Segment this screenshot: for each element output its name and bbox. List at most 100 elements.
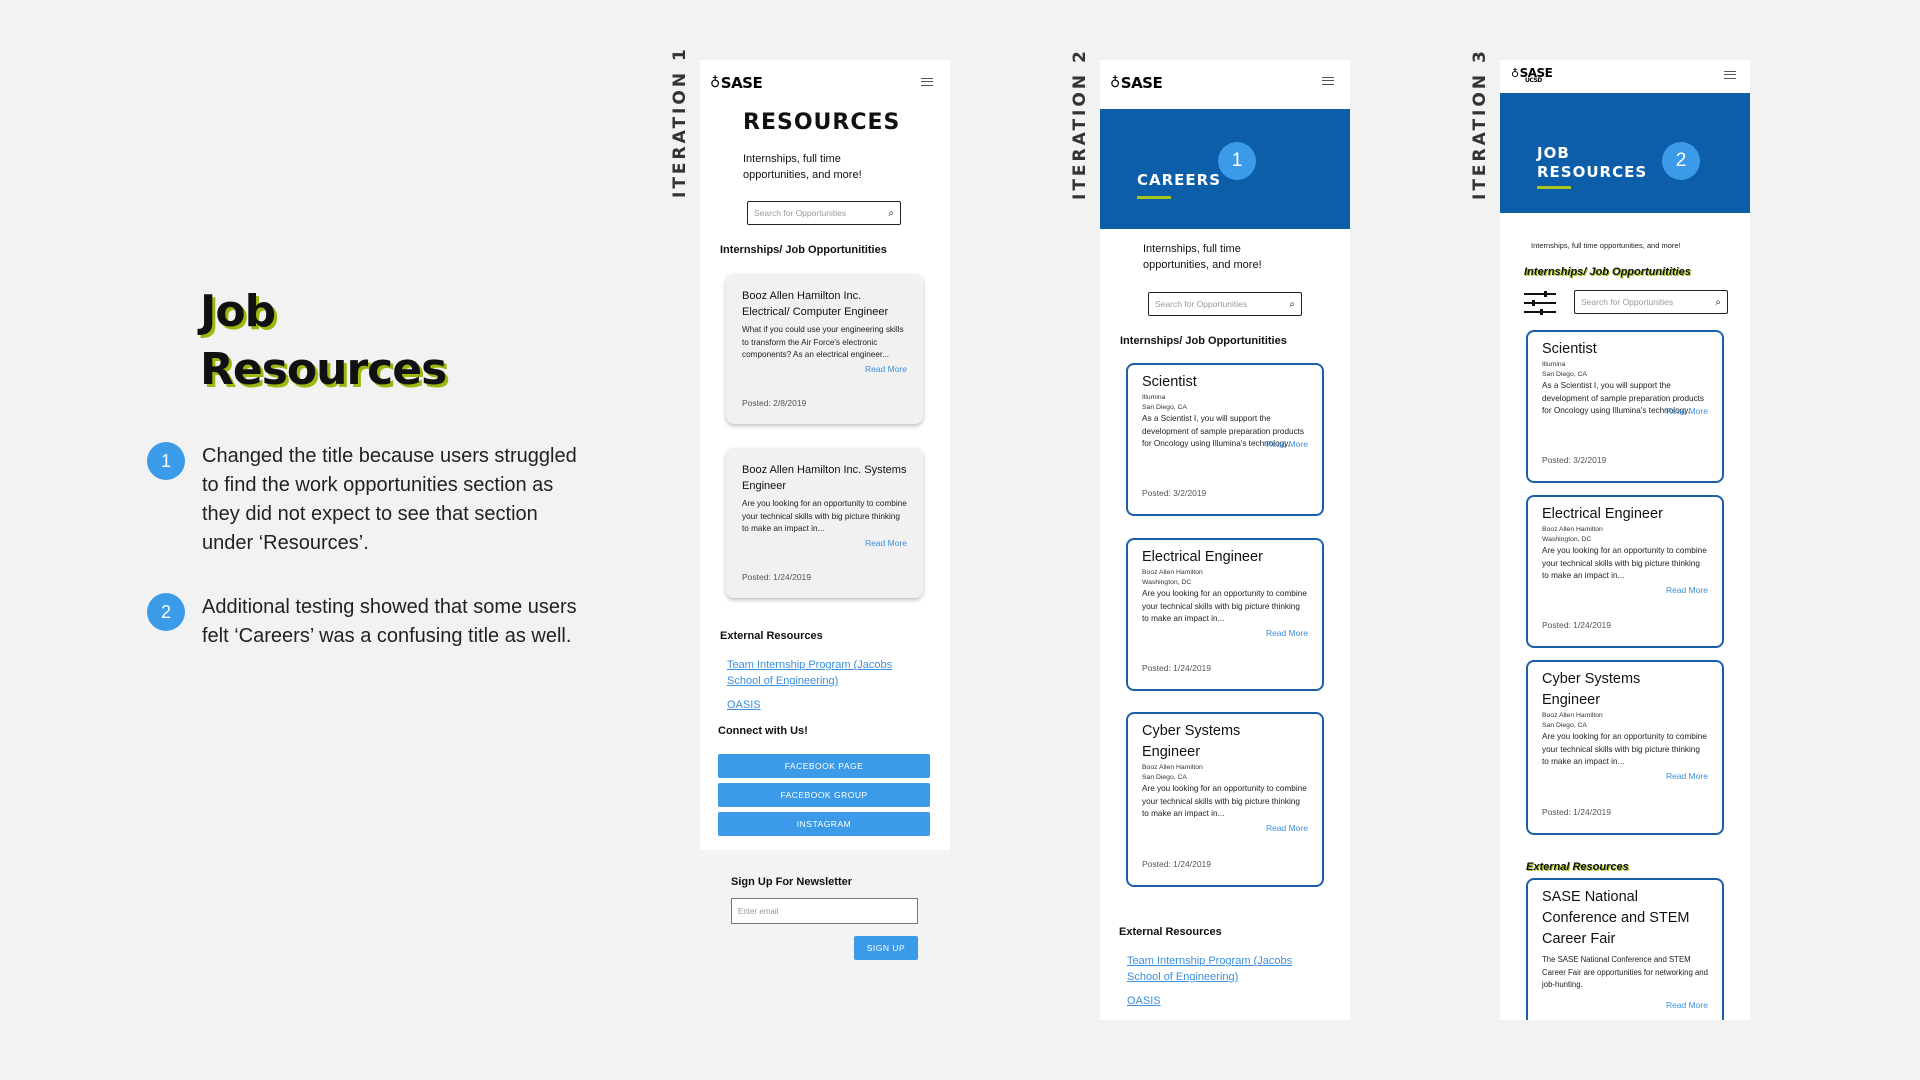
job-card-location: Washington, DC <box>1142 579 1192 586</box>
job-card-title: Electrical Engineer <box>1542 506 1663 522</box>
sase-mark-icon: ♁ <box>710 75 720 91</box>
job-card-title: Scientist <box>1142 374 1197 390</box>
job-card-company: Illumina <box>1542 361 1566 368</box>
section-title: Internships/ Job Opportunitities <box>720 244 887 256</box>
note-1: 1 Changed the title because users strugg… <box>147 442 587 562</box>
hamburger-menu-icon[interactable] <box>1724 71 1736 79</box>
job-card-title: Booz Allen Hamilton Inc. Systems Enginee… <box>742 464 907 492</box>
external-card-title: SASE National Conference and STEM Career… <box>1542 889 1690 947</box>
sase-logo[interactable]: ♁ SASE <box>710 74 763 92</box>
filter-sliders-icon[interactable] <box>1524 290 1556 316</box>
sase-mark-icon: ♁ <box>1110 75 1120 91</box>
sase-ucsd-logo[interactable]: ♁ SASE UCSD <box>1511 66 1553 84</box>
job-card-posted: Posted: 3/2/2019 <box>1542 455 1607 465</box>
job-card[interactable]: Cyber Systems Engineer Booz Allen Hamilt… <box>1526 660 1724 835</box>
note-number-badge: 2 <box>147 593 185 631</box>
search-icon[interactable]: ⌕ <box>1289 299 1295 310</box>
job-card-posted: Posted: 1/24/2019 <box>1542 807 1612 817</box>
job-card[interactable]: Electrical Engineer Booz Allen Hamilton … <box>1526 495 1724 648</box>
iteration-1-screen: ♁ SASE RESOURCES Internships, full time o… <box>700 60 950 985</box>
email-placeholder: Enter email <box>738 906 779 916</box>
note-text: Changed the title because users struggle… <box>202 445 577 554</box>
iteration-2-label: ITERATION 2 <box>1070 48 1090 200</box>
banner-underline <box>1137 196 1171 199</box>
job-card-desc: Are you looking for an opportunity to co… <box>1142 784 1307 818</box>
banner-title: CAREERS <box>1137 171 1222 189</box>
slide-heading: Job Resources <box>200 283 447 399</box>
read-more-link[interactable]: Read More <box>1542 771 1708 781</box>
external-link-tip[interactable]: Team Internship Program (Jacobs School o… <box>727 657 917 689</box>
iteration-3-label: ITERATION 3 <box>1470 48 1490 200</box>
job-card[interactable]: Electrical Engineer Booz Allen Hamilton … <box>1126 538 1324 691</box>
page-subtitle: Internships, full time opportunities, an… <box>1143 243 1262 271</box>
job-card-posted: Posted: 1/24/2019 <box>1542 620 1612 630</box>
external-card-desc: The SASE National Conference and STEM Ca… <box>1542 955 1708 989</box>
job-card-company: Booz Allen Hamilton <box>1142 764 1203 771</box>
hamburger-menu-icon[interactable] <box>921 78 933 86</box>
read-more-link[interactable]: Read More <box>1542 1000 1708 1010</box>
sase-logo[interactable]: ♁ SASE <box>1110 74 1163 92</box>
search-placeholder: Search for Opportunities <box>1155 299 1248 309</box>
job-card[interactable]: Booz Allen Hamilton Inc. Systems Enginee… <box>726 448 923 598</box>
job-card-location: San Diego, CA <box>1542 371 1587 378</box>
annotation-badge: 2 <box>1662 142 1700 180</box>
hamburger-menu-icon[interactable] <box>1322 77 1334 85</box>
read-more-link[interactable]: Read More <box>1142 628 1308 638</box>
job-card-title: Electrical Engineer <box>1142 549 1263 565</box>
read-more-link[interactable]: Read More <box>1142 823 1308 833</box>
job-card-posted: Posted: 1/24/2019 <box>1142 663 1212 673</box>
external-link-tip[interactable]: Team Internship Program (Jacobs School o… <box>1127 953 1317 985</box>
job-card-location: San Diego, CA <box>1142 404 1187 411</box>
external-resource-card[interactable]: SASE National Conference and STEM Career… <box>1526 878 1724 1020</box>
job-card-posted: Posted: 1/24/2019 <box>1142 859 1212 869</box>
job-card-title: Cyber Systems Engineer <box>1142 723 1241 760</box>
banner-underline <box>1537 186 1571 189</box>
search-input[interactable]: Search for Opportunities ⌕ <box>1148 292 1302 316</box>
job-card-location: San Diego, CA <box>1542 722 1587 729</box>
search-placeholder: Search for Opportunities <box>754 208 847 218</box>
read-more-link[interactable]: Read More <box>1542 585 1708 595</box>
annotation-badge: 1 <box>1218 142 1256 180</box>
search-placeholder: Search for Opportunities <box>1581 297 1674 307</box>
email-input[interactable]: Enter email <box>731 898 918 924</box>
logo-subtext: UCSD <box>1525 77 1542 84</box>
external-resources-title: External Resources <box>720 630 823 642</box>
job-card[interactable]: Cyber Systems Engineer Booz Allen Hamilt… <box>1126 712 1324 887</box>
section-title: Internships/ Job Opportunitities <box>1524 266 1691 278</box>
newsletter-title: Sign Up For Newsletter <box>731 876 853 888</box>
careers-banner: CAREERS 1 <box>1100 109 1350 229</box>
slide-heading-line1: Job <box>200 286 276 337</box>
search-icon[interactable]: ⌕ <box>888 208 894 219</box>
job-card-title: Scientist <box>1542 341 1597 357</box>
facebook-page-button[interactable]: FACEBOOK PAGE <box>718 754 930 778</box>
job-card-posted: Posted: 3/2/2019 <box>1142 488 1207 498</box>
job-card-company: Illumina <box>1142 394 1166 401</box>
facebook-group-button[interactable]: FACEBOOK GROUP <box>718 783 930 807</box>
instagram-button[interactable]: INSTAGRAM <box>718 812 930 836</box>
note-2: 2 Additional testing showed that some us… <box>147 593 587 683</box>
job-card-desc: Are you looking for an opportunity to co… <box>1542 732 1707 766</box>
search-input[interactable]: Search for Opportunities ⌕ <box>747 201 901 225</box>
note-number-badge: 1 <box>147 442 185 480</box>
read-more-link[interactable]: Read More <box>742 364 907 374</box>
job-card-title: Booz Allen Hamilton Inc. Electrical/ Com… <box>742 290 889 318</box>
search-input[interactable]: Search for Opportunities ⌕ <box>1574 290 1728 314</box>
read-more-link[interactable]: Read More <box>742 538 907 548</box>
external-link-oasis[interactable]: OASIS <box>1127 993 1161 1009</box>
external-link-oasis[interactable]: OASIS <box>727 697 761 713</box>
search-icon[interactable]: ⌕ <box>1715 297 1721 308</box>
job-card[interactable]: Booz Allen Hamilton Inc. Electrical/ Com… <box>726 274 923 424</box>
iteration-3-screen: ♁ SASE UCSD JOB RESOURCES 2 Internships, … <box>1500 60 1750 1020</box>
iteration-1-label: ITERATION 1 <box>670 46 690 198</box>
job-card[interactable]: Scientist Illumina San Diego, CA As a Sc… <box>1526 330 1724 483</box>
external-resources-title: External Resources <box>1119 926 1222 938</box>
banner-title-line2: RESOURCES <box>1537 163 1648 181</box>
job-card-posted: Posted: 2/8/2019 <box>742 398 807 408</box>
newsletter-footer: Sign Up For Newsletter Enter email SIGN … <box>700 850 950 985</box>
job-card[interactable]: Scientist Illumina San Diego, CA As a Sc… <box>1126 363 1324 516</box>
iteration-2-screen: ♁ SASE CAREERS 1 Internships, full time o… <box>1100 60 1350 1020</box>
sign-up-button[interactable]: SIGN UP <box>854 936 918 960</box>
external-resources-title: External Resources <box>1526 861 1629 873</box>
job-card-company: Booz Allen Hamilton <box>1542 712 1603 719</box>
job-card-desc: Are you looking for an opportunity to co… <box>1542 546 1707 580</box>
